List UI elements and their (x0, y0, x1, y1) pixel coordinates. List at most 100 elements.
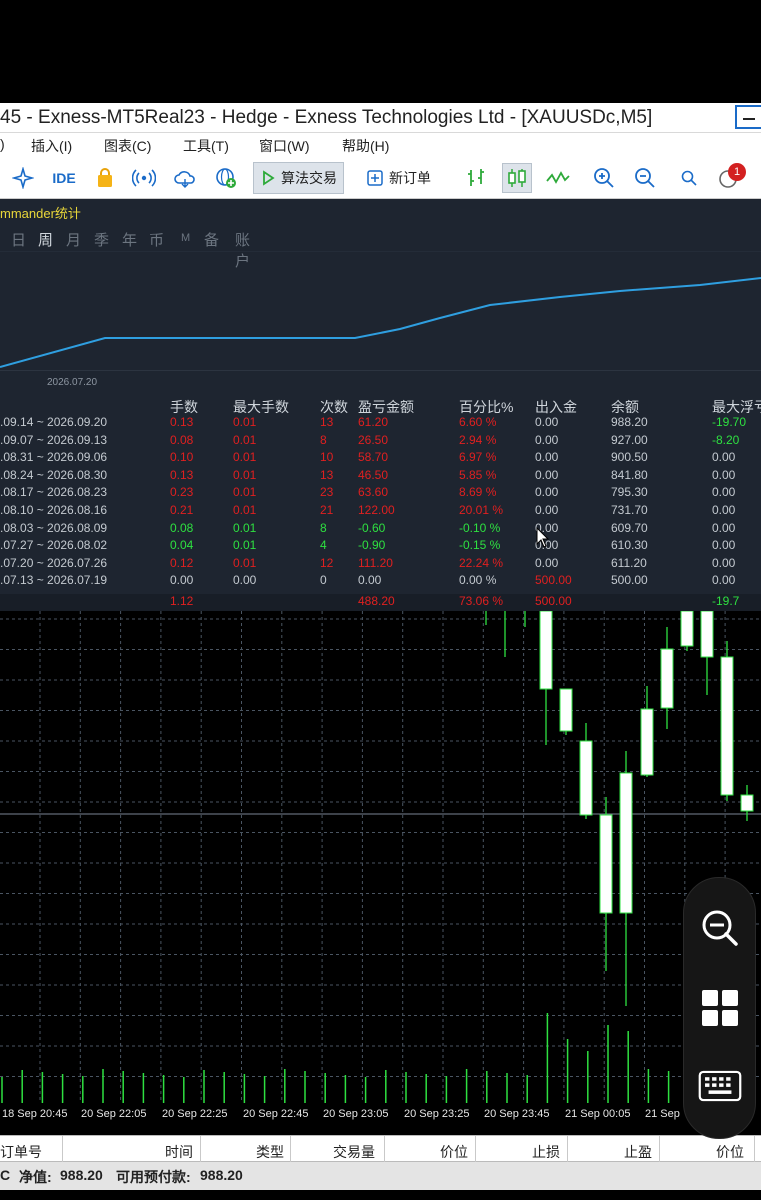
stats-cell-period: .07.27 ~ 2026.08.02 (0, 538, 108, 553)
stats-cell-count: 13 (320, 467, 334, 482)
stats-row: .07.20 ~ 2026.07.26 0.12 0.01 12 111.20 22.24… (0, 556, 761, 573)
col-time[interactable]: 时间 (165, 1142, 193, 1162)
stats-cell-deposit: 0.00 (535, 415, 559, 429)
stats-cell-pnl: 122.00 (358, 503, 395, 517)
stats-cell-balance: 610.30 (611, 538, 648, 553)
stats-cell-balance: 609.70 (611, 520, 648, 535)
stats-cell-period: .08.24 ~ 2026.08.30 (0, 467, 108, 482)
tab-week[interactable]: 周 (38, 229, 53, 250)
total-pnl: 488.20 (358, 594, 395, 608)
menu-help[interactable]: 帮助(H) (342, 136, 389, 156)
menu-charts[interactable]: 图表(C) (104, 136, 151, 156)
bar-chart-icon[interactable] (464, 165, 490, 191)
time-axis-label: 20 Sep 23:05 (323, 1108, 389, 1120)
stats-cell-pnl: -0.60 (358, 520, 386, 535)
col-take-profit[interactable]: 止盈 (624, 1142, 652, 1162)
account-status-bar: C 净值: 988.20 可用预付款: 988.20 (0, 1162, 761, 1190)
algo-trading-button[interactable]: 算法交易 (253, 162, 344, 194)
total-deposit: 500.00 (535, 594, 572, 608)
header-max-lots: 最大手数 (233, 399, 289, 415)
stats-cell-max-float: 0.00 (712, 573, 736, 588)
stats-row: .07.13 ~ 2026.07.19 0.00 0.00 0 0.00 0.00 % 50… (0, 573, 761, 590)
total-lots: 1.12 (170, 594, 194, 608)
stats-cell-period: .09.07 ~ 2026.09.13 (0, 432, 108, 447)
algo-trading-label: 算法交易 (281, 170, 337, 186)
stats-cell-max-lots: 0.01 (233, 555, 257, 570)
stats-row: .08.03 ~ 2026.08.09 0.08 0.01 8 -0.60 -0.10 %… (0, 521, 761, 538)
total-percent: 73.06 % (459, 594, 504, 608)
menu-fragment[interactable]: ) (0, 136, 5, 152)
stats-cell-max-float: 0.00 (712, 467, 736, 482)
notification-icon[interactable]: 1 (716, 163, 746, 191)
zoom-out-icon[interactable] (632, 165, 658, 191)
screen: 45 - Exness-MT5Real23 - Hedge - Exness T… (0, 0, 761, 1200)
col-price[interactable]: 价位 (440, 1142, 468, 1162)
menu-tools[interactable]: 工具(T) (183, 136, 229, 156)
col-order-id[interactable]: 订单号 (0, 1142, 42, 1162)
col-stop-loss[interactable]: 止损 (532, 1142, 560, 1162)
tab-m[interactable]: M (181, 232, 190, 244)
stats-cell-count: 13 (320, 415, 334, 429)
stats-cell-deposit: 0.00 (535, 555, 559, 570)
stats-cell-balance: 731.70 (611, 503, 648, 517)
col-volume[interactable]: 交易量 (333, 1142, 375, 1162)
stats-cell-pnl: 46.50 (358, 467, 389, 482)
price-chart[interactable] (0, 611, 761, 1103)
signal-icon[interactable] (131, 165, 157, 191)
sparkle-icon[interactable] (10, 165, 36, 191)
stats-cell-pct: 0.00 % (459, 573, 497, 588)
windows-grid-icon[interactable] (698, 986, 742, 1030)
candlestick-chart-icon[interactable] (502, 163, 532, 193)
tab-day[interactable]: 日 (11, 229, 26, 250)
candle-body (660, 648, 674, 709)
vps-globe-icon[interactable] (213, 165, 239, 191)
tab-quarter[interactable]: 季 (94, 229, 109, 250)
candle-body (720, 656, 734, 796)
free-margin-label: 可用预付款: (116, 1169, 191, 1185)
keyboard-icon[interactable] (698, 1064, 742, 1108)
stats-cell-pct: 22.24 % (459, 555, 504, 570)
candle-body (579, 740, 593, 816)
stats-cell-pct: 20.01 % (459, 503, 504, 517)
line-chart-icon[interactable] (545, 165, 571, 191)
stats-row: .08.31 ~ 2026.09.06 0.10 0.01 10 58.70 6.97 %… (0, 450, 761, 467)
stats-row: .09.07 ~ 2026.09.13 0.08 0.01 8 26.50 2.94 % 0… (0, 433, 761, 450)
header-pnl: 盈亏金额 (358, 399, 414, 415)
zoom-out-icon[interactable] (698, 906, 742, 950)
stats-cell-deposit: 500.00 (535, 573, 572, 588)
tab-month[interactable]: 月 (66, 229, 81, 250)
shopping-bag-icon[interactable] (92, 165, 118, 191)
tab-year[interactable]: 年 (122, 229, 137, 250)
col-current-price[interactable]: 价位 (716, 1142, 744, 1162)
stats-cell-pct: 6.60 % (459, 415, 497, 429)
menu-window[interactable]: 窗口(W) (259, 136, 310, 156)
stats-cell-balance: 988.20 (611, 415, 648, 429)
stats-cell-max-float: 0.00 (712, 538, 736, 553)
candle-body (539, 611, 553, 690)
stats-cell-lots: 0.10 (170, 450, 194, 465)
equity-curve-chart (0, 251, 761, 371)
equity-value: 988.20 (60, 1167, 103, 1183)
menu-insert[interactable]: 插入(I) (31, 136, 72, 156)
stats-cell-max-lots: 0.00 (233, 573, 257, 588)
stats-cell-count: 12 (320, 555, 334, 570)
stats-cell-pnl: 0.00 (358, 573, 382, 588)
tab-currency[interactable]: 币 (149, 229, 164, 250)
ide-button[interactable]: IDE (48, 165, 80, 191)
zoom-in-icon[interactable] (591, 165, 617, 191)
stats-panel-title: mmander统计 (0, 206, 81, 221)
stats-total-row: 1.12 488.20 73.06 % 500.00 -19.7 (0, 594, 761, 611)
minimize-button[interactable] (735, 105, 761, 129)
stats-cell-balance: 927.00 (611, 432, 648, 447)
search-icon[interactable] (676, 165, 702, 191)
header-count: 次数 (320, 399, 348, 415)
tab-notes[interactable]: 备 (204, 229, 219, 250)
time-axis-label: 21 Sep 00:05 (565, 1108, 631, 1120)
stats-cell-period: .09.14 ~ 2026.09.20 (0, 415, 108, 429)
stats-cell-lots: 0.04 (170, 538, 194, 553)
cloud-icon[interactable] (172, 165, 198, 191)
col-type[interactable]: 类型 (256, 1142, 284, 1162)
new-order-button[interactable]: 新订单 (360, 162, 437, 194)
stats-cell-pnl: 61.20 (358, 415, 389, 429)
stats-row: .08.10 ~ 2026.08.16 0.21 0.01 21 122.00 20.01… (0, 503, 761, 520)
